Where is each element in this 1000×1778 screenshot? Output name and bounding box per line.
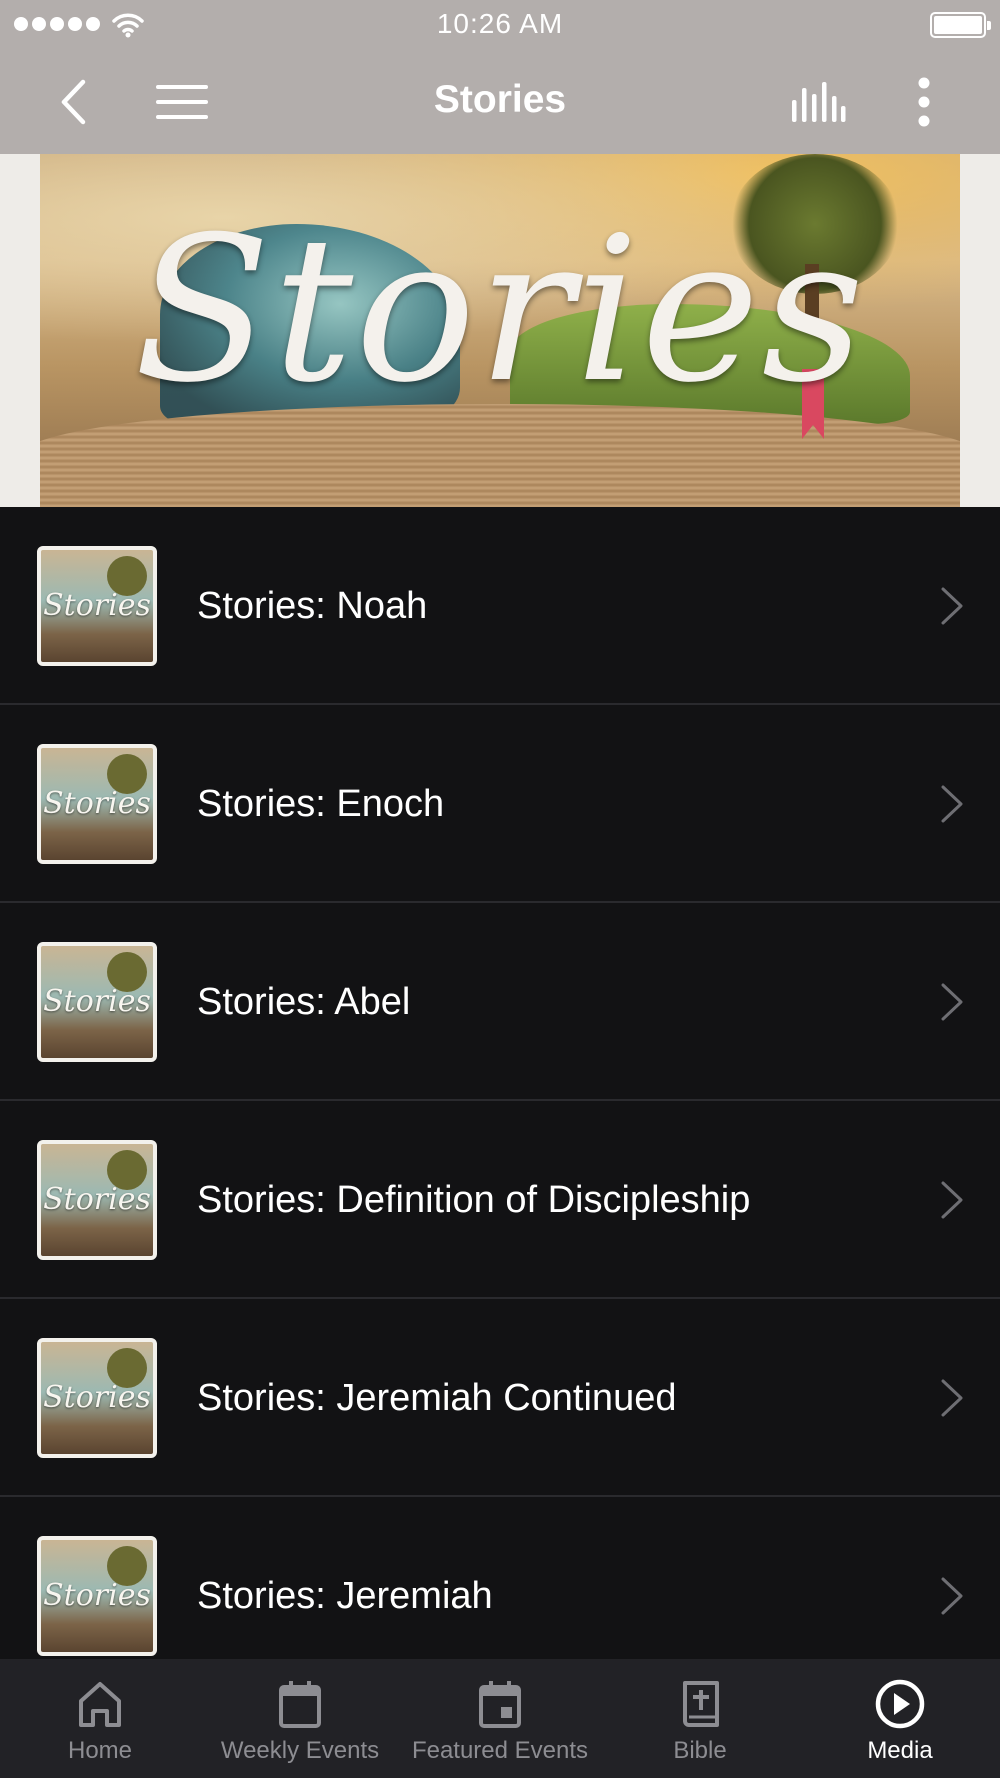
list-item[interactable]: Stories Stories: Jeremiah Continued (0, 1299, 1000, 1497)
tab-label: Featured Events (411, 1737, 589, 1764)
play-circle-icon (875, 1679, 925, 1729)
chevron-right-icon (941, 983, 963, 1021)
item-title: Stories: Abel (197, 981, 411, 1023)
tab-home[interactable]: Home (0, 1659, 200, 1778)
item-thumbnail: Stories (37, 1536, 157, 1656)
banner-title: Stories (133, 194, 867, 427)
item-thumbnail: Stories (37, 942, 157, 1062)
item-thumbnail: Stories (37, 744, 157, 864)
chevron-right-icon (941, 785, 963, 823)
list-item[interactable]: Stories Stories: Abel (0, 903, 1000, 1101)
list-item[interactable]: Stories Stories: Noah (0, 507, 1000, 705)
more-options-button[interactable] (902, 50, 946, 154)
item-thumbnail: Stories (37, 1140, 157, 1260)
equalizer-icon (792, 82, 846, 122)
tab-label: Media (867, 1737, 933, 1764)
audio-player-button[interactable] (786, 50, 850, 154)
tab-label: Bible (673, 1737, 727, 1764)
tab-bible[interactable]: Bible (600, 1659, 800, 1778)
chevron-right-icon (941, 587, 963, 625)
nav-bar: Stories (0, 50, 1000, 154)
page-title: Stories (433, 78, 567, 121)
item-title: Stories: Noah (197, 585, 428, 627)
home-icon (79, 1682, 121, 1727)
tab-label: Home (67, 1737, 133, 1764)
chevron-right-icon (941, 1181, 963, 1219)
chevron-right-icon (941, 1577, 963, 1615)
bible-icon (683, 1681, 719, 1727)
series-banner: Stories (0, 154, 1000, 507)
more-vertical-icon (918, 77, 930, 127)
tab-label: Weekly Events (220, 1737, 380, 1764)
status-bar: 10:26 AM (0, 0, 1000, 50)
chevron-right-icon (941, 1379, 963, 1417)
sermon-list: Stories Stories: Noah Stories Stories: E… (0, 507, 1000, 1695)
battery-icon (930, 12, 991, 38)
item-title: Stories: Enoch (197, 783, 445, 825)
calendar-icon (279, 1681, 321, 1728)
status-time: 10:26 AM (436, 8, 564, 39)
tab-bar: Home Weekly Events Featured Events Bible (0, 1659, 1000, 1778)
tab-weekly-events[interactable]: Weekly Events (200, 1659, 400, 1778)
tab-featured-events[interactable]: Featured Events (400, 1659, 600, 1778)
item-thumbnail: Stories (37, 1338, 157, 1458)
list-item[interactable]: Stories Stories: Definition of Disciples… (0, 1101, 1000, 1299)
list-item[interactable]: Stories Stories: Enoch (0, 705, 1000, 903)
item-title: Stories: Definition of Discipleship (197, 1179, 751, 1221)
calendar-event-icon (479, 1681, 521, 1728)
tab-media[interactable]: Media (800, 1659, 1000, 1778)
item-thumbnail: Stories (37, 546, 157, 666)
item-title: Stories: Jeremiah Continued (197, 1377, 677, 1419)
